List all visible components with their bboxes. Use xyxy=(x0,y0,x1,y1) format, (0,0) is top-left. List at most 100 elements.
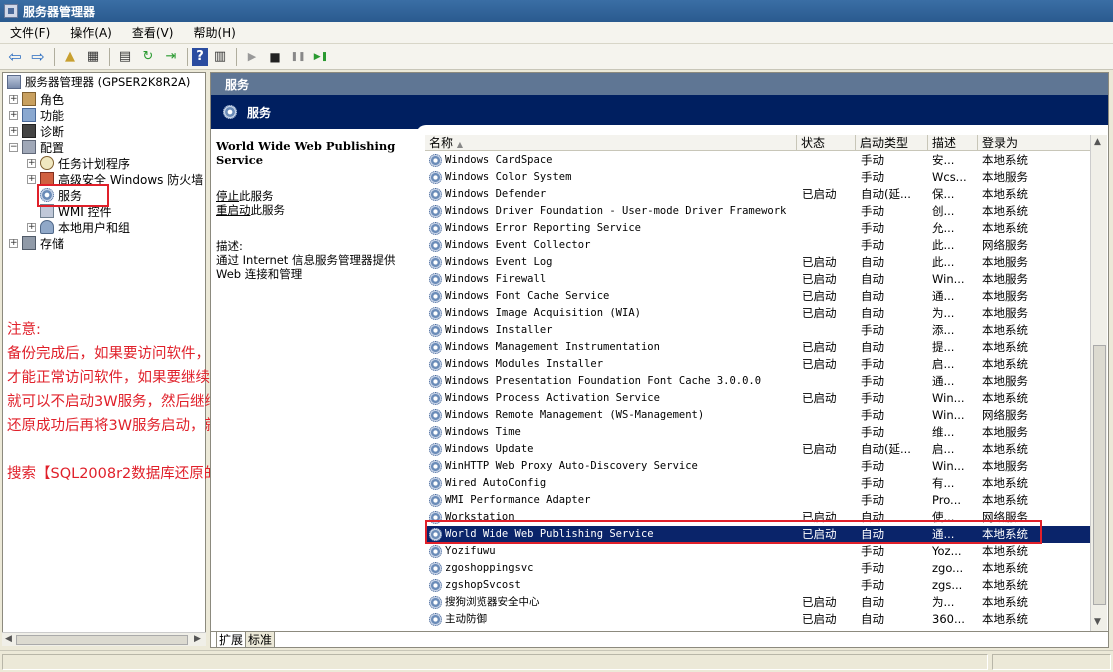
tree-item-task-scheduler[interactable]: + 任务计划程序 xyxy=(27,155,130,171)
cell-description: 创... xyxy=(932,204,955,218)
table-row[interactable]: Workstation 已启动 自动 使... 网络服务 xyxy=(425,509,1093,526)
note-heading: 注意: xyxy=(7,322,41,338)
tree-item-features[interactable]: + 功能 xyxy=(9,107,64,123)
help-icon[interactable]: ? xyxy=(192,47,208,66)
expand-icon[interactable]: + xyxy=(27,174,36,184)
table-row[interactable]: 主动防御 已启动 自动 360... 本地系统 xyxy=(425,611,1093,628)
expand-icon[interactable]: + xyxy=(9,238,18,248)
pause-icon[interactable]: ❚❚ xyxy=(287,46,309,68)
export-list-icon[interactable]: ⇥ xyxy=(160,46,182,68)
table-row[interactable]: Windows Firewall 已启动 自动 Win... 本地服务 xyxy=(425,271,1093,288)
menu-action[interactable]: 操作(A) xyxy=(60,24,122,41)
tree-item-storage[interactable]: + 存储 xyxy=(9,235,64,251)
scroll-left-icon[interactable]: ◀ xyxy=(5,634,12,644)
table-row[interactable]: Windows Event Log 已启动 自动 此... 本地服务 xyxy=(425,254,1093,271)
cell-logon-as: 本地服务 xyxy=(982,289,1028,303)
expand-icon[interactable]: + xyxy=(9,126,18,136)
resume-icon[interactable]: ▶❚ xyxy=(310,46,332,68)
tab-standard[interactable]: 标准 xyxy=(245,632,276,647)
window-titlebar[interactable]: 服务器管理器 xyxy=(0,0,1113,22)
column-status[interactable]: 状态 xyxy=(797,135,856,151)
tree-item-roles[interactable]: + 角色 xyxy=(9,91,64,107)
scrollbar-thumb[interactable] xyxy=(1093,345,1106,605)
cell-description: Pro... xyxy=(932,493,962,507)
table-row[interactable]: Yozifuwu 手动 Yoz... 本地系统 xyxy=(425,543,1093,560)
table-row[interactable]: Windows Color System 手动 Wcs... 本地服务 xyxy=(425,169,1093,186)
table-row[interactable]: Windows Time 手动 维... 本地服务 xyxy=(425,424,1093,441)
cell-status: 已启动 xyxy=(802,595,837,609)
cell-startup-type: 自动 xyxy=(861,306,884,320)
collapse-icon[interactable]: − xyxy=(9,142,18,152)
scroll-right-icon[interactable]: ▶ xyxy=(194,634,201,644)
scrollbar-thumb[interactable] xyxy=(16,635,188,645)
table-row[interactable]: WinHTTP Web Proxy Auto-Discovery Service… xyxy=(425,458,1093,475)
table-row[interactable]: zgshopSvcost 手动 zgs... 本地系统 xyxy=(425,577,1093,594)
cell-description: Win... xyxy=(932,391,965,405)
table-row[interactable]: WMI Performance Adapter 手动 Pro... 本地系统 xyxy=(425,492,1093,509)
table-row[interactable]: Windows Update 已启动 自动(延... 启... 本地系统 xyxy=(425,441,1093,458)
refresh-icon[interactable]: ↻ xyxy=(137,46,159,68)
table-row[interactable]: Windows Defender 已启动 自动(延... 保... 本地系统 xyxy=(425,186,1093,203)
table-row[interactable]: zgoshoppingsvc 手动 zgo... 本地系统 xyxy=(425,560,1093,577)
table-row[interactable]: Wired AutoConfig 手动 有... 本地系统 xyxy=(425,475,1093,492)
column-startup-type[interactable]: 启动类型 xyxy=(856,135,928,151)
back-icon[interactable]: ⇦ xyxy=(4,46,26,68)
column-name[interactable]: 名称 ▲ xyxy=(425,135,797,151)
cell-logon-as: 本地服务 xyxy=(982,374,1028,388)
expand-icon[interactable]: + xyxy=(9,110,18,120)
expand-icon[interactable]: + xyxy=(27,222,36,232)
tree-item-root[interactable]: 服务器管理器 (GPSER2K8R2A) xyxy=(7,74,190,90)
stop-service-link[interactable]: 停止 xyxy=(216,189,239,203)
tab-extended[interactable]: 扩展 xyxy=(216,632,247,647)
restart-service-link[interactable]: 重启动 xyxy=(216,203,251,217)
show-hide-tree-icon[interactable]: ▦ xyxy=(82,46,104,68)
cell-name: Wired AutoConfig xyxy=(445,477,547,489)
table-row[interactable]: Windows Management Instrumentation 已启动 自动 提… xyxy=(425,339,1093,356)
table-row[interactable]: Windows CardSpace 手动 安... 本地系统 xyxy=(425,152,1093,169)
services-pane: 服务 服务 World Wide Web Publishing Service … xyxy=(210,72,1109,648)
up-folder-icon[interactable]: ▲ xyxy=(59,46,81,68)
table-row[interactable]: Windows Presentation Foundation Font Cac… xyxy=(425,373,1093,390)
cell-startup-type: 手动 xyxy=(861,493,884,507)
gear-icon xyxy=(429,222,442,235)
scroll-up-icon[interactable]: ▲ xyxy=(1094,137,1101,147)
table-row[interactable]: Windows Image Acquisition (WIA) 已启动 自动 为...… xyxy=(425,305,1093,322)
table-row[interactable]: Windows Event Collector 手动 此... 网络服务 xyxy=(425,237,1093,254)
tree-item-local-users[interactable]: + 本地用户和组 xyxy=(27,219,130,235)
cell-startup-type: 手动 xyxy=(861,408,884,422)
table-row[interactable]: Windows Remote Management (WS-Management… xyxy=(425,407,1093,424)
cell-logon-as: 本地系统 xyxy=(982,442,1028,456)
stop-icon[interactable]: ■ xyxy=(264,46,286,68)
table-row[interactable]: World Wide Web Publishing Service 已启动 自动 通.… xyxy=(425,526,1093,543)
properties-icon[interactable]: ▤ xyxy=(114,46,136,68)
table-row[interactable]: Windows Error Reporting Service 手动 允... 本地系… xyxy=(425,220,1093,237)
cell-description: Win... xyxy=(932,408,965,422)
menu-help[interactable]: 帮助(H) xyxy=(183,24,245,41)
cell-name: Windows Installer xyxy=(445,324,553,336)
table-row[interactable]: Windows Driver Foundation - User-mode Dr… xyxy=(425,203,1093,220)
gear-icon xyxy=(429,290,442,303)
show-hide-action-pane-icon[interactable]: ▥ xyxy=(209,46,231,68)
start-icon[interactable]: ▶ xyxy=(241,46,263,68)
expand-icon[interactable]: + xyxy=(9,94,18,104)
list-vertical-scrollbar[interactable]: ▲ ▼ xyxy=(1090,135,1107,631)
table-row[interactable]: Windows Process Activation Service 已启动 手动 W… xyxy=(425,390,1093,407)
table-row[interactable]: Windows Modules Installer 已启动 手动 启... 本地系统 xyxy=(425,356,1093,373)
tree-item-configuration[interactable]: − 配置 xyxy=(9,139,64,155)
tree-item-diagnostics[interactable]: + 诊断 xyxy=(9,123,64,139)
column-description[interactable]: 描述 xyxy=(928,135,978,151)
cell-name: World Wide Web Publishing Service xyxy=(445,528,654,540)
table-row[interactable]: Windows Font Cache Service 已启动 自动 通... 本地服务 xyxy=(425,288,1093,305)
scroll-down-icon[interactable]: ▼ xyxy=(1094,617,1101,627)
cell-description: 维... xyxy=(932,425,955,439)
table-row[interactable]: 搜狗浏览器安全中心 已启动 自动 为... 本地系统 xyxy=(425,594,1093,611)
cell-startup-type: 手动 xyxy=(861,544,884,558)
table-row[interactable]: Windows Installer 手动 添... 本地系统 xyxy=(425,322,1093,339)
expand-icon[interactable]: + xyxy=(27,158,36,168)
menu-view[interactable]: 查看(V) xyxy=(122,24,184,41)
forward-icon[interactable]: ⇨ xyxy=(27,46,49,68)
tree-horizontal-scrollbar[interactable]: ◀ ▶ xyxy=(2,632,206,646)
menu-file[interactable]: 文件(F) xyxy=(0,24,60,41)
column-logon-as[interactable]: 登录为 xyxy=(978,135,1093,151)
cell-name: WMI Performance Adapter xyxy=(445,494,591,506)
